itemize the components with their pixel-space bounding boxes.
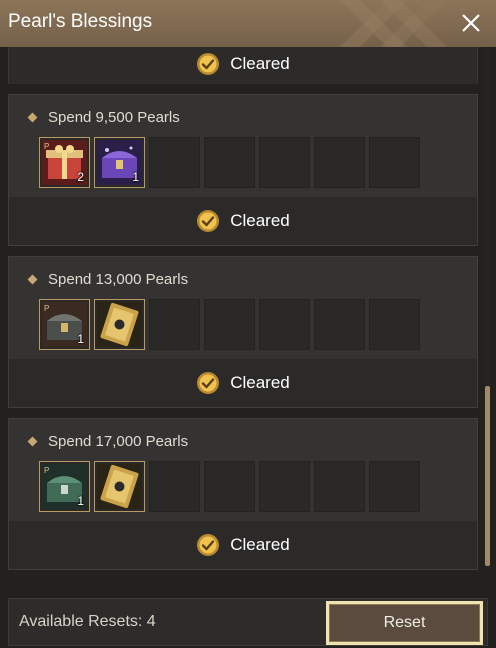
empty-slot [369,137,420,188]
cleared-status: Cleared [196,533,290,557]
cleared-label: Cleared [230,211,290,230]
reward-slot[interactable] [94,461,145,512]
reward-slot[interactable]: P 2 [39,137,90,188]
scrollbar-thumb[interactable] [485,386,490,566]
window-header: Pearl's Blessings [0,0,496,47]
diamond-bullet-icon [27,112,38,123]
empty-slot [259,299,310,350]
cleared-status: Cleared [196,371,290,395]
reward-slot[interactable]: P 1 [39,461,90,512]
reward-slot[interactable]: 1 [94,137,145,188]
item-quantity: 1 [77,332,84,346]
empty-slot [259,461,310,512]
window-title: Pearl's Blessings [8,11,153,32]
card-title: Spend 9,500 Pearls [27,109,180,126]
diamond-bullet-icon [27,436,38,447]
reward-list[interactable]: Cleared Spend 9,500 Pearls P 2 1 Cleared… [0,47,496,570]
reward-slot[interactable]: P 1 [39,299,90,350]
card-title: Spend 13,000 Pearls [27,271,188,288]
bottom-bar: Available Resets: 4 Reset [8,598,488,646]
card-title: Spend 17,000 Pearls [27,433,188,450]
empty-slot [149,137,200,188]
close-icon [462,14,480,32]
svg-text:P: P [44,142,49,151]
reward-card: Spend 17,000 Pearls P 1 Cleared [8,418,478,570]
card-title-text: Spend 13,000 Pearls [48,271,189,288]
gold-ticket-icon [97,464,142,509]
item-quantity: 1 [77,494,84,508]
card-footer: Cleared [9,359,477,407]
empty-slot [204,461,255,512]
reward-card: Spend 13,000 Pearls P 1 Cleared [8,256,478,408]
card-footer: Cleared [9,521,477,569]
empty-slot [314,461,365,512]
reward-slot[interactable] [94,299,145,350]
reward-slots: P 1 [39,299,420,350]
check-badge-icon [197,534,220,556]
reward-slots: P 1 [39,461,420,512]
reward-card: Spend 9,500 Pearls P 2 1 Cleared [8,94,478,246]
empty-slot [259,137,310,188]
available-resets-text: Available Resets: 4 [19,613,156,630]
empty-slot [204,137,255,188]
check-badge-icon [197,210,220,232]
svg-text:P: P [44,304,49,313]
reset-button[interactable]: Reset [326,601,483,645]
pearls-blessings-window: Pearl's Blessings Cleared Spend 9,500 Pe… [0,0,496,648]
reward-card-partial: Cleared [8,47,478,84]
cleared-status: Cleared [196,209,290,233]
cleared-label: Cleared [230,54,290,73]
empty-slot [369,461,420,512]
reward-slots: P 2 1 [39,137,420,188]
empty-slot [314,299,365,350]
card-footer: Cleared [9,197,477,245]
card-title-text: Spend 9,500 Pearls [48,109,180,126]
check-badge-icon [197,372,220,394]
cleared-label: Cleared [230,373,290,392]
empty-slot [204,299,255,350]
gold-ticket-icon [97,302,142,347]
cleared-label: Cleared [230,535,290,554]
empty-slot [314,137,365,188]
cleared-status: Cleared [196,52,290,76]
diamond-bullet-icon [27,274,38,285]
empty-slot [149,299,200,350]
item-quantity: 1 [132,170,139,184]
check-badge-icon [197,53,220,75]
card-title-text: Spend 17,000 Pearls [48,433,189,450]
empty-slot [149,461,200,512]
item-quantity: 2 [77,170,84,184]
empty-slot [369,299,420,350]
close-button[interactable] [456,8,486,38]
card-footer: Cleared [9,47,477,81]
svg-text:P: P [44,466,49,475]
